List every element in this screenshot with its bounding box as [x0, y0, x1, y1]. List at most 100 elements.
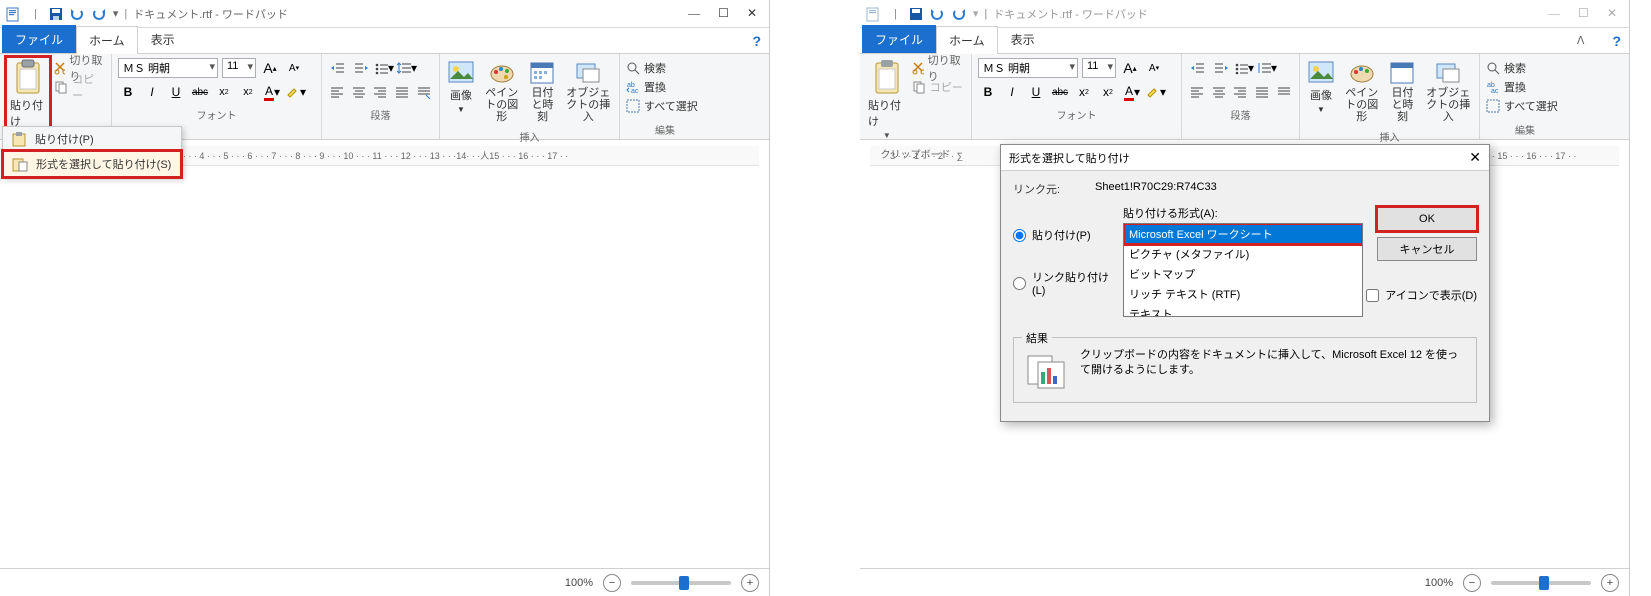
superscript-icon[interactable]: x2 [238, 82, 258, 102]
font-color-icon[interactable]: A▾ [262, 82, 282, 102]
shrink-font-icon[interactable]: A▾ [1144, 58, 1164, 78]
tab-home[interactable]: ホーム [936, 26, 998, 54]
format-option[interactable]: ピクチャ (メタファイル) [1124, 244, 1362, 264]
indent-icon[interactable] [351, 58, 371, 78]
zoom-in-button[interactable]: + [1601, 574, 1619, 592]
redo-icon[interactable] [91, 7, 107, 21]
indent-icon[interactable] [1211, 58, 1231, 78]
underline-icon[interactable]: U [1026, 82, 1046, 102]
strike-icon[interactable]: abc [190, 82, 210, 102]
minimize-icon[interactable]: — [688, 6, 700, 21]
paste-radio[interactable]: 貼り付け(P) [1013, 227, 1111, 243]
cut-button[interactable]: 切り取り [912, 59, 965, 77]
redo-icon[interactable] [951, 7, 967, 21]
paste-button[interactable]: 貼り付け ▼ [866, 57, 908, 142]
align-justify-icon[interactable] [393, 82, 412, 102]
save-icon[interactable] [909, 7, 923, 21]
tab-file[interactable]: ファイル [2, 25, 76, 53]
replace-button[interactable]: abac置換 [1486, 78, 1558, 96]
find-button[interactable]: 検索 [1486, 59, 1558, 77]
copy-button[interactable]: コピー [54, 78, 105, 96]
align-left-icon[interactable] [1188, 82, 1207, 102]
menu-paste-special[interactable]: 形式を選択して貼り付け(S) [3, 151, 181, 177]
ok-button[interactable]: OK [1377, 207, 1477, 231]
insert-paint-button[interactable]: ペイントの図形 [482, 57, 521, 125]
zoom-slider[interactable] [631, 581, 731, 585]
bullets-icon[interactable]: ▾ [374, 58, 394, 78]
replace-button[interactable]: abac置換 [626, 78, 698, 96]
insert-object-button[interactable]: オブジェクトの挿入 [563, 57, 613, 125]
align-left-icon[interactable] [328, 82, 347, 102]
insert-datetime-button[interactable]: 日付と時刻 [1387, 57, 1417, 125]
align-center-icon[interactable] [350, 82, 369, 102]
font-size-select[interactable]: 11 [222, 58, 256, 78]
tab-view[interactable]: 表示 [998, 25, 1048, 53]
bold-icon[interactable]: B [118, 82, 138, 102]
insert-datetime-button[interactable]: 日付と時刻 [527, 57, 557, 125]
paragraph-dialog-icon[interactable] [1274, 82, 1293, 102]
find-button[interactable]: 検索 [626, 59, 698, 77]
format-option[interactable]: ビットマップ [1124, 264, 1362, 284]
selectall-button[interactable]: すべて選択 [626, 97, 698, 115]
highlight-icon[interactable]: ▾ [1146, 82, 1166, 102]
grow-font-icon[interactable]: A▴ [260, 58, 280, 78]
maximize-icon[interactable]: ☐ [1578, 6, 1589, 21]
italic-icon[interactable]: I [142, 82, 162, 102]
grow-font-icon[interactable]: A▴ [1120, 58, 1140, 78]
tab-view[interactable]: 表示 [138, 25, 188, 53]
underline-icon[interactable]: U [166, 82, 186, 102]
tab-home[interactable]: ホーム [76, 26, 138, 54]
insert-object-button[interactable]: オブジェクトの挿入 [1423, 57, 1473, 125]
format-option[interactable]: リッチ テキスト (RTF) [1124, 284, 1362, 304]
font-name-select[interactable]: ＭＳ 明朝 [978, 58, 1078, 78]
zoom-out-button[interactable]: − [603, 574, 621, 592]
undo-icon[interactable] [929, 7, 945, 21]
qat-more-icon[interactable]: ▾ [973, 7, 979, 20]
italic-icon[interactable]: I [1002, 82, 1022, 102]
align-right-icon[interactable] [1231, 82, 1250, 102]
format-listbox[interactable]: Microsoft Excel ワークシート ピクチャ (メタファイル) ビット… [1123, 223, 1363, 317]
format-option[interactable]: テキスト [1124, 304, 1362, 317]
zoom-out-button[interactable]: − [1463, 574, 1481, 592]
font-color-icon[interactable]: A▾ [1122, 82, 1142, 102]
subscript-icon[interactable]: x2 [214, 82, 234, 102]
shrink-font-icon[interactable]: A▾ [284, 58, 304, 78]
undo-icon[interactable] [69, 7, 85, 21]
bullets-icon[interactable]: ▾ [1234, 58, 1254, 78]
outdent-icon[interactable] [328, 58, 348, 78]
subscript-icon[interactable]: x2 [1074, 82, 1094, 102]
tab-file[interactable]: ファイル [862, 25, 936, 53]
line-spacing-icon[interactable]: ▾ [1257, 58, 1277, 78]
bold-icon[interactable]: B [978, 82, 998, 102]
close-icon[interactable]: ✕ [1607, 6, 1617, 21]
dialog-close-icon[interactable]: ✕ [1469, 149, 1481, 166]
display-as-icon-checkbox[interactable]: アイコンで表示(D) [1366, 287, 1477, 303]
superscript-icon[interactable]: x2 [1098, 82, 1118, 102]
align-right-icon[interactable] [371, 82, 390, 102]
insert-image-button[interactable]: 画像▼ [1306, 57, 1336, 116]
strike-icon[interactable]: abc [1050, 82, 1070, 102]
minimize-icon[interactable]: — [1548, 6, 1560, 21]
link-paste-radio[interactable]: リンク貼り付け(L) [1013, 269, 1111, 297]
cancel-button[interactable]: キャンセル [1377, 237, 1477, 261]
font-size-select[interactable]: 11 [1082, 58, 1116, 78]
font-name-select[interactable]: ＭＳ 明朝 [118, 58, 218, 78]
paragraph-dialog-icon[interactable] [414, 82, 433, 102]
format-option[interactable]: Microsoft Excel ワークシート [1124, 224, 1362, 244]
copy-button[interactable]: コピー [912, 78, 965, 96]
align-center-icon[interactable] [1210, 82, 1229, 102]
help-icon[interactable]: ? [752, 33, 761, 49]
line-spacing-icon[interactable]: ▾ [397, 58, 417, 78]
close-icon[interactable]: ✕ [747, 6, 757, 21]
insert-paint-button[interactable]: ペイントの図形 [1342, 57, 1381, 125]
outdent-icon[interactable] [1188, 58, 1208, 78]
highlight-icon[interactable]: ▾ [286, 82, 306, 102]
document-area[interactable] [10, 166, 759, 536]
qat-more-icon[interactable]: ▾ [113, 7, 119, 20]
collapse-ribbon-icon[interactable]: ᐱ [1577, 34, 1585, 47]
menu-paste[interactable]: 貼り付け(P) [3, 127, 181, 151]
selectall-button[interactable]: すべて選択 [1486, 97, 1558, 115]
zoom-in-button[interactable]: + [741, 574, 759, 592]
help-icon[interactable]: ? [1612, 33, 1621, 49]
align-justify-icon[interactable] [1253, 82, 1272, 102]
